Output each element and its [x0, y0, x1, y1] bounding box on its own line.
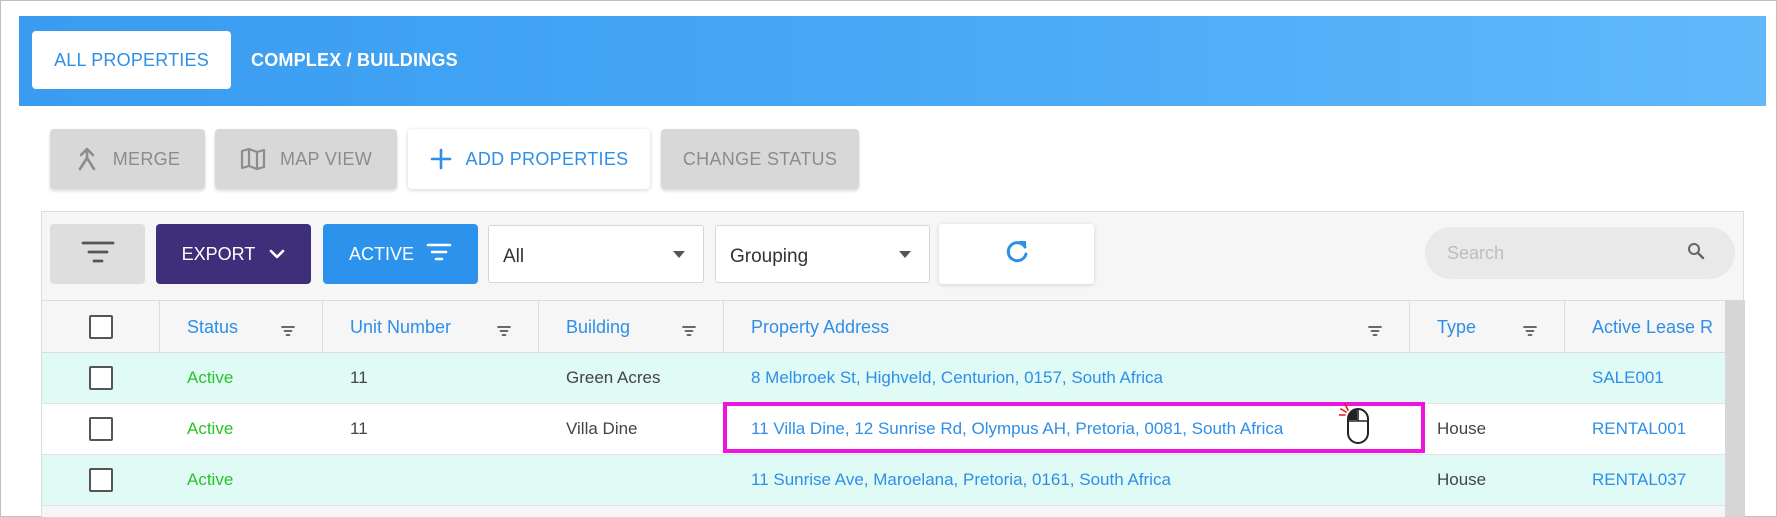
- status-select[interactable]: All: [488, 225, 704, 283]
- properties-grid: EXPORT ACTIVE All Grouping Search Status…: [41, 211, 1745, 517]
- column-header-building[interactable]: Building: [538, 301, 723, 353]
- change-status-button[interactable]: CHANGE STATUS: [661, 129, 859, 189]
- export-label: EXPORT: [181, 243, 256, 264]
- map-view-button[interactable]: MAP VIEW: [215, 129, 397, 189]
- status-cell: Active: [187, 368, 234, 387]
- grouping-select[interactable]: Grouping: [715, 225, 930, 283]
- column-label-active-lease: Active Lease R: [1592, 316, 1714, 337]
- search-icon[interactable]: [1687, 242, 1705, 265]
- tab-complex-buildings[interactable]: COMPLEX / BUILDINGS: [251, 31, 458, 89]
- search-box[interactable]: [1425, 227, 1735, 279]
- building-cell: Green Acres: [566, 368, 661, 387]
- type-cell: House: [1437, 470, 1487, 489]
- column-filter-icon[interactable]: [281, 321, 295, 342]
- property-address-link[interactable]: 11 Villa Dine, 12 Sunrise Rd, Olympus AH…: [751, 404, 1283, 454]
- search-input[interactable]: [1447, 242, 1687, 264]
- property-address-link[interactable]: 8 Melbroek St, Highveld, Centurion, 0157…: [751, 353, 1163, 403]
- status-cell: Active: [187, 470, 234, 489]
- merge-label: MERGE: [112, 148, 181, 169]
- row-checkbox-cell: [42, 353, 159, 403]
- row-checkbox[interactable]: [88, 366, 113, 390]
- active-lease-link[interactable]: RENTAL001: [1592, 404, 1686, 454]
- vertical-scrollbar[interactable]: [1725, 300, 1745, 517]
- refresh-icon: [1003, 238, 1031, 271]
- active-label: ACTIVE: [348, 243, 414, 264]
- active-lease-link[interactable]: RENTAL037: [1592, 455, 1686, 505]
- change-status-label: CHANGE STATUS: [682, 148, 838, 169]
- row-checkbox[interactable]: [88, 417, 113, 441]
- table-row[interactable]: Active 11 Villa Dine 11 Villa Dine, 12 S…: [42, 404, 1725, 455]
- building-cell: Villa Dine: [566, 419, 638, 438]
- map-icon: [240, 147, 266, 171]
- add-properties-button[interactable]: ADD PROPERTIES: [408, 129, 650, 189]
- grouping-select-value: Grouping: [730, 246, 809, 267]
- column-header-status[interactable]: Status: [159, 301, 322, 353]
- filter-icon: [426, 242, 452, 267]
- dropdown-caret-icon: [899, 251, 911, 258]
- active-lease-link[interactable]: SALE001: [1592, 353, 1664, 403]
- row-checkbox[interactable]: [88, 468, 113, 492]
- column-label-status: Status: [187, 316, 239, 337]
- row-checkbox-cell: [42, 404, 159, 454]
- refresh-button[interactable]: [939, 224, 1094, 284]
- table-header: Status Unit Number Building Property Add…: [42, 300, 1725, 353]
- tab-bar: ALL PROPERTIES COMPLEX / BUILDINGS: [19, 16, 1766, 106]
- column-header-property-address[interactable]: Property Address: [723, 301, 1409, 353]
- app-frame: ALL PROPERTIES COMPLEX / BUILDINGS MERGE…: [0, 0, 1777, 517]
- status-cell: Active: [187, 419, 234, 438]
- select-all-checkbox[interactable]: [88, 315, 113, 339]
- column-header-unit-number[interactable]: Unit Number: [322, 301, 538, 353]
- properties-table: Status Unit Number Building Property Add…: [42, 300, 1725, 506]
- tab-all-properties[interactable]: ALL PROPERTIES: [32, 31, 231, 89]
- column-filter-icon[interactable]: [497, 321, 511, 342]
- active-filter-button[interactable]: ACTIVE: [323, 224, 478, 284]
- filter-icon: [81, 239, 115, 270]
- status-select-value: All: [503, 246, 525, 267]
- type-cell: House: [1437, 419, 1487, 438]
- column-filter-icon[interactable]: [682, 321, 696, 342]
- column-label-property-address: Property Address: [751, 316, 890, 337]
- column-label-unit-number: Unit Number: [350, 316, 452, 337]
- unit-number-cell: 11: [350, 419, 368, 438]
- unit-number-cell: 11: [350, 368, 368, 387]
- column-filter-icon[interactable]: [1368, 321, 1382, 342]
- plus-icon: [430, 148, 452, 170]
- column-label-building: Building: [566, 316, 631, 337]
- column-filter-icon[interactable]: [1523, 321, 1537, 342]
- merge-icon: [75, 146, 99, 172]
- filter-toggle-button[interactable]: [50, 224, 145, 284]
- property-address-link[interactable]: 11 Sunrise Ave, Maroelana, Pretoria, 016…: [751, 455, 1171, 505]
- export-button[interactable]: EXPORT: [156, 224, 311, 284]
- column-header-type[interactable]: Type: [1409, 301, 1564, 353]
- merge-button[interactable]: MERGE: [50, 129, 205, 189]
- add-properties-label: ADD PROPERTIES: [465, 148, 629, 169]
- column-label-type: Type: [1437, 316, 1477, 337]
- map-view-label: MAP VIEW: [279, 148, 373, 169]
- select-all-cell: [42, 301, 159, 353]
- column-header-active-lease[interactable]: Active Lease R: [1564, 301, 1725, 353]
- dropdown-caret-icon: [673, 251, 685, 258]
- table-row[interactable]: Active 11 Sunrise Ave, Maroelana, Pretor…: [42, 455, 1725, 506]
- row-checkbox-cell: [42, 455, 159, 505]
- chevron-down-icon: [269, 244, 285, 265]
- table-row[interactable]: Active 11 Green Acres 8 Melbroek St, Hig…: [42, 353, 1725, 404]
